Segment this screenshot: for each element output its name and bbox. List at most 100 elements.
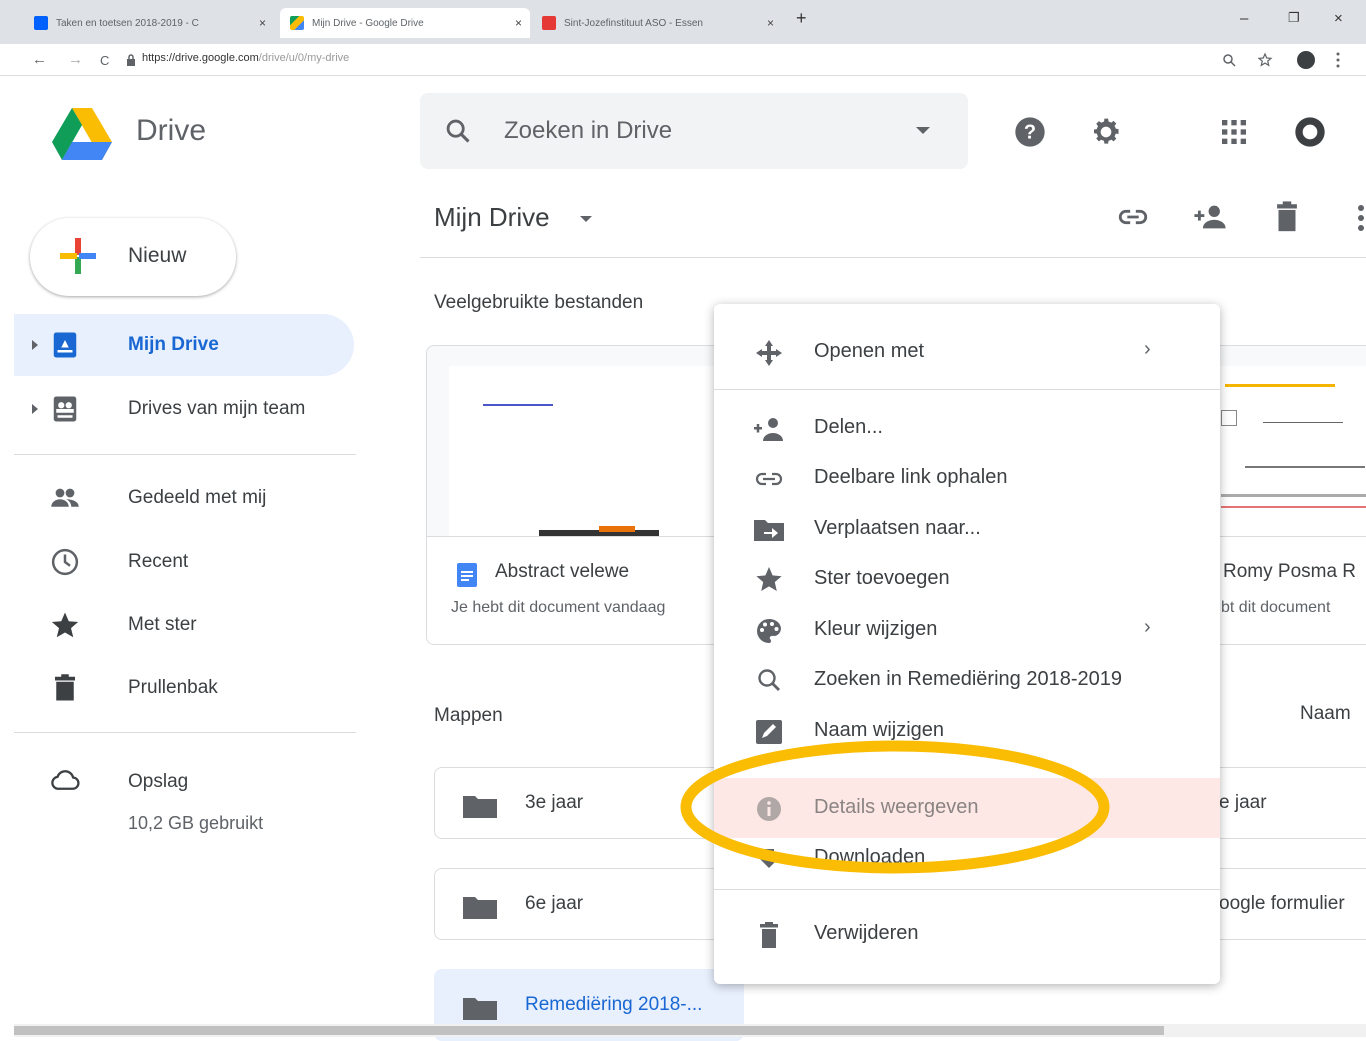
settings-gear-icon[interactable] <box>1090 116 1122 148</box>
file-card[interactable]: Romy Posma R bt dit document <box>1200 345 1366 645</box>
forward-button[interactable]: → <box>68 51 83 68</box>
zoom-icon[interactable] <box>1222 53 1236 67</box>
menu-item-label: Kleur wijzigen <box>814 618 938 640</box>
account-avatar-icon[interactable] <box>1294 116 1326 148</box>
palette-icon <box>757 619 781 643</box>
folder-name: 3e jaar <box>525 792 584 813</box>
search-icon <box>758 669 780 691</box>
profile-avatar-icon[interactable] <box>1297 51 1315 69</box>
sidebar-item-trash[interactable]: Prullenbak <box>14 657 354 719</box>
new-button-label: Nieuw <box>128 244 187 267</box>
move-to-folder-icon <box>754 520 784 541</box>
page-title[interactable]: Mijn Drive <box>434 202 550 233</box>
tab-close-icon[interactable]: × <box>515 16 522 30</box>
new-button[interactable]: Nieuw <box>30 218 236 296</box>
menu-item-get-link[interactable]: Deelbare link ophalen <box>714 453 1220 503</box>
horizontal-scrollbar[interactable] <box>14 1024 1366 1037</box>
card-footer: Romy Posma R bt dit document <box>1201 536 1366 644</box>
menu-item-label: Openen met <box>814 340 925 362</box>
minimize-button[interactable]: – <box>1240 10 1248 27</box>
google-docs-icon <box>457 563 477 587</box>
folder-name: e jaar <box>1219 792 1267 813</box>
folder-item[interactable]: 6e jaar <box>434 868 744 940</box>
search-bar[interactable]: Zoeken in Drive <box>420 93 968 169</box>
browser-tab[interactable]: Sint-Jozefinstituut ASO - Essen × <box>532 8 782 38</box>
sidebar-divider <box>14 454 356 455</box>
expand-arrow-icon[interactable] <box>32 340 38 350</box>
get-link-icon[interactable] <box>1116 200 1150 234</box>
dropbox-favicon-icon <box>34 16 48 30</box>
share-person-add-icon[interactable] <box>1193 200 1227 234</box>
folder-icon <box>463 796 497 818</box>
menu-item-label: Ster toevoegen <box>814 567 950 589</box>
address-bar: ← → C https://drive.google.com/drive/u/0… <box>0 44 1366 76</box>
submenu-chevron-icon: › <box>1144 616 1151 638</box>
sidebar-item-shared-with-me[interactable]: Gedeeld met mij <box>14 467 354 529</box>
search-input[interactable]: Zoeken in Drive <box>504 117 672 145</box>
folder-item[interactable]: oogle formulier <box>1200 868 1366 940</box>
folder-item[interactable]: e jaar <box>1200 767 1366 839</box>
maximize-button[interactable]: ❐ <box>1288 10 1300 26</box>
storage-label: Opslag <box>128 771 189 792</box>
expand-arrow-icon[interactable] <box>32 404 38 414</box>
menu-item-change-color[interactable]: Kleur wijzigen › <box>714 605 1220 655</box>
file-activity-text: Je hebt dit document vandaag <box>451 599 666 616</box>
close-window-button[interactable]: × <box>1334 10 1343 27</box>
drive-logo-icon[interactable] <box>52 108 112 160</box>
tab-title: Mijn Drive - Google Drive <box>312 17 424 29</box>
delete-trash-icon[interactable] <box>1270 200 1304 234</box>
menu-item-label: Naam wijzigen <box>814 719 945 741</box>
menu-item-delete[interactable]: Verwijderen <box>714 909 1220 959</box>
browser-menu-icon[interactable] <box>1336 52 1340 68</box>
reload-button[interactable]: C <box>100 53 109 68</box>
menu-separator <box>714 889 1220 890</box>
url-field[interactable]: https://drive.google.com/drive/u/0/my-dr… <box>142 52 349 64</box>
star-icon <box>51 612 79 638</box>
new-tab-button[interactable]: + <box>796 8 807 29</box>
sidebar-item-recent[interactable]: Recent <box>14 531 354 593</box>
menu-item-move[interactable]: Verplaatsen naar... <box>714 504 1220 554</box>
menu-item-label: Deelbare link ophalen <box>814 466 1008 488</box>
sidebar-divider <box>14 732 356 733</box>
document-preview-thumbnail <box>449 366 749 536</box>
menu-item-open-with[interactable]: Openen met › <box>714 327 1220 377</box>
more-options-icon[interactable] <box>1356 204 1366 232</box>
sidebar-item-starred[interactable]: Met ster <box>14 594 354 656</box>
sidebar-item-my-drive[interactable]: Mijn Drive <box>14 314 354 376</box>
menu-item-search-in[interactable]: Zoeken in Remediëring 2018-2019 <box>714 655 1220 705</box>
menu-item-add-star[interactable]: Ster toevoegen <box>714 554 1220 604</box>
file-name: Romy Posma R <box>1223 561 1357 582</box>
tab-close-icon[interactable]: × <box>259 16 266 30</box>
clock-icon <box>51 548 79 576</box>
bookmark-star-icon[interactable] <box>1257 52 1273 68</box>
menu-item-share[interactable]: Delen... <box>714 403 1220 453</box>
menu-item-label: Verplaatsen naar... <box>814 517 981 539</box>
people-icon <box>51 488 79 507</box>
browser-tab[interactable]: Taken en toetsen 2018-2019 - C × <box>24 8 274 38</box>
sidebar-item-storage[interactable]: Opslag <box>14 751 354 813</box>
browser-tab-active[interactable]: Mijn Drive - Google Drive × <box>280 8 530 38</box>
help-icon[interactable]: ? <box>1014 116 1046 148</box>
tab-title: Taken en toetsen 2018-2019 - C <box>56 17 199 29</box>
menu-item-label: Delen... <box>814 416 883 438</box>
url-host: https://drive.google.com <box>142 52 259 64</box>
back-button[interactable]: ← <box>32 51 47 68</box>
svg-text:?: ? <box>1024 122 1036 144</box>
apps-grid-icon[interactable] <box>1218 116 1250 148</box>
tab-close-icon[interactable]: × <box>767 16 774 30</box>
file-card[interactable]: Abstract velewe Je hebt dit document van… <box>426 345 756 645</box>
search-options-caret-icon[interactable] <box>916 127 930 134</box>
scrollbar-thumb[interactable] <box>14 1026 1164 1035</box>
menu-item-label: Verwijderen <box>814 922 919 944</box>
submenu-chevron-icon: › <box>1144 338 1151 360</box>
sidebar-item-label: Gedeeld met mij <box>128 487 267 508</box>
folder-name: Remediëring 2018-... <box>525 994 703 1015</box>
sidebar-item-team-drives[interactable]: Drives van mijn team <box>14 378 354 440</box>
url-path: /drive/u/0/my-drive <box>258 52 350 64</box>
sort-by-name[interactable]: Naam <box>1300 703 1351 725</box>
search-icon[interactable] <box>444 117 472 145</box>
star-icon <box>756 567 782 591</box>
browser-tab-bar: Taken en toetsen 2018-2019 - C × Mijn Dr… <box>0 0 1366 44</box>
title-dropdown-caret-icon[interactable] <box>580 216 592 222</box>
menu-item-label: Zoeken in Remediëring 2018-2019 <box>814 668 1122 690</box>
